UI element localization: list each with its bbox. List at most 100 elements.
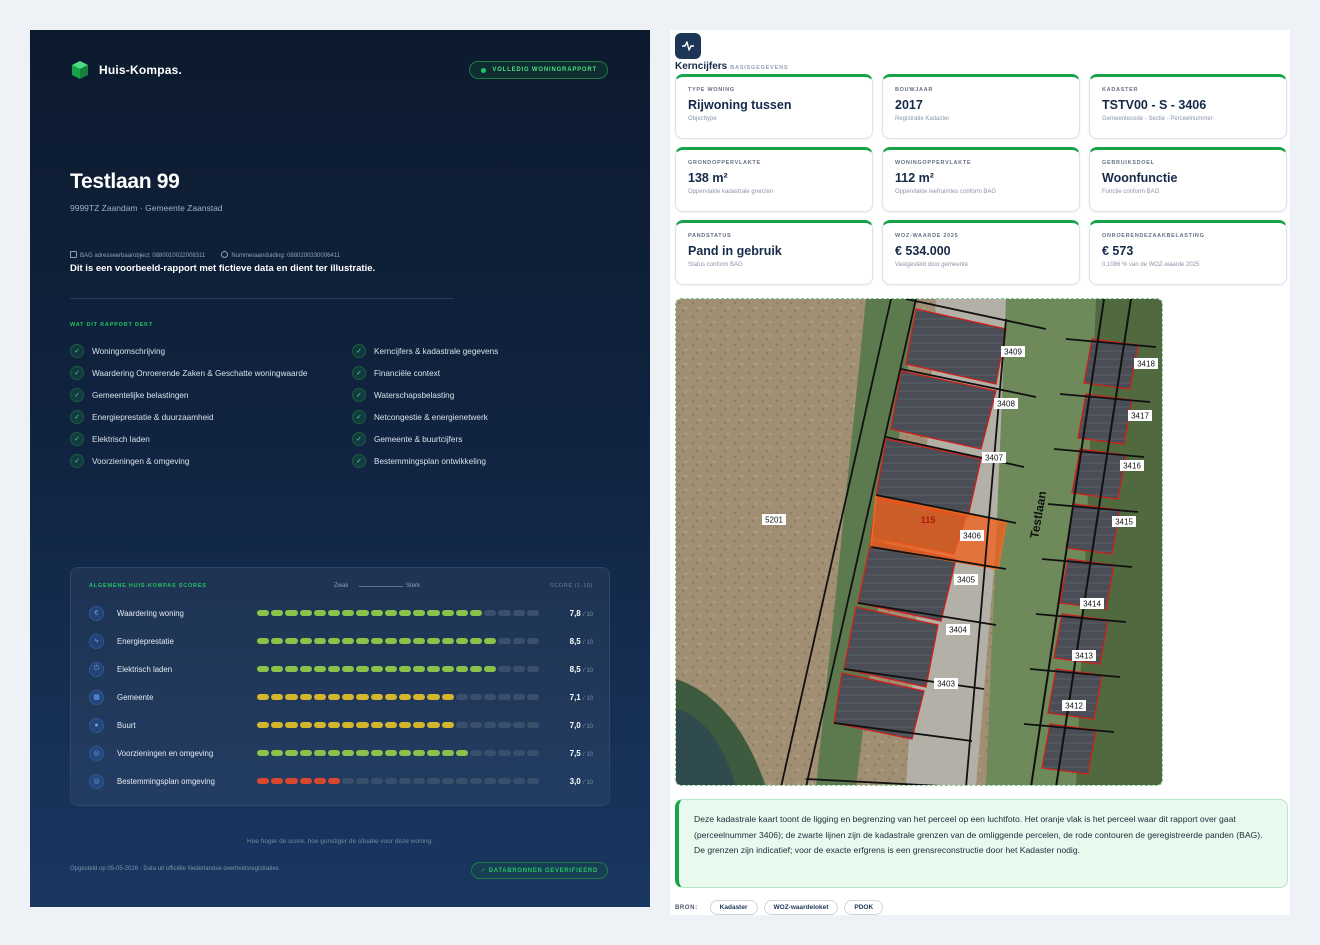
covers-item: ✓ Gemeente & buurtcijfers: [352, 428, 642, 450]
score-segment: [299, 694, 312, 700]
covers-item: ✓ Voorzieningen & omgeving: [70, 450, 360, 472]
covers-item-label: Financiële context: [374, 368, 440, 378]
card-label: KADASTER: [1102, 87, 1139, 93]
score-number: 7,1: [569, 692, 581, 702]
card-subtext: Vastgesteld door gemeente: [895, 262, 968, 268]
score-number: 7,0: [569, 720, 581, 730]
card-value: 138 m²: [688, 171, 728, 185]
score-segment: [498, 638, 511, 644]
score-segment: [328, 666, 341, 672]
score-segment: [526, 666, 540, 672]
score-label: Gemeente: [117, 692, 154, 702]
score-segment: [356, 750, 369, 756]
key-figure-card: TYPE WONING Rijwoning tussen Objecttype: [675, 74, 873, 139]
score-segment: [399, 722, 412, 728]
score-segment: [455, 750, 469, 756]
plug-icon: ⏻: [89, 661, 104, 677]
score-bar: [257, 694, 540, 700]
score-segment: [441, 750, 454, 756]
score-segment: [399, 778, 412, 784]
card-label: WONINGOPPERVLAKTE: [895, 160, 972, 166]
score-segment: [413, 666, 426, 672]
key-figure-card: KADASTER TSTV00 - S - 3406 Gemeentecode - …: [1089, 74, 1287, 139]
check-icon: ✓: [70, 388, 84, 402]
score-segment: [399, 694, 412, 700]
score-segment: [370, 750, 383, 756]
score-max: / 10: [582, 639, 593, 646]
score-segment: [342, 694, 355, 700]
card-value: € 534.000: [895, 244, 951, 258]
score-label: Bestemmingsplan omgeving: [117, 776, 215, 786]
score-segment: [484, 666, 497, 672]
section-subtitle: BASISGEGEVENS: [730, 65, 789, 71]
card-value: Pand in gebruik: [688, 244, 782, 258]
score-label: Energieprestatie: [117, 636, 174, 646]
score-segment: [271, 666, 284, 672]
parcel-number: 3414: [1083, 600, 1101, 609]
parcel-number: 3403: [937, 680, 955, 689]
score-segment: [470, 638, 483, 644]
score-row: € Waardering woning 7,8 / 10: [89, 604, 593, 622]
scores-title: ALGEMENE HUIS-KOMPAS SCORES: [89, 583, 207, 589]
card-label: PANDSTATUS: [688, 233, 732, 239]
card-label: BOUWJAAR: [895, 87, 933, 93]
score-segment: [427, 610, 440, 616]
building-icon: ▦: [89, 689, 104, 705]
score-row: ϟ Energieprestatie 8,5 / 10: [89, 632, 593, 650]
score-segment: [342, 638, 355, 644]
score-number: 8,5: [569, 664, 581, 674]
score-segment: [271, 750, 284, 756]
score-segment: [285, 750, 298, 756]
card-value: Rijwoning tussen: [688, 98, 792, 112]
score-number: 7,5: [569, 748, 581, 758]
check-icon: ✓: [70, 366, 84, 380]
source-label: BRON:: [675, 904, 698, 911]
score-row: ◎ Bestemmingsplan omgeving 3,0 / 10: [89, 772, 593, 790]
score-segment: [356, 666, 369, 672]
score-segment: [512, 694, 525, 700]
card-value: TSTV00 - S - 3406: [1102, 98, 1207, 112]
section-title: Kerncijfers BASISGEGEVENS: [675, 61, 789, 72]
source-chip[interactable]: PDOK: [844, 900, 884, 915]
score-segment: [399, 610, 412, 616]
card-label: GRONDOPPERVLAKTE: [688, 160, 761, 166]
cadastral-map[interactable]: 3409 3408 3407 3406 3405 3404 3403 5201 3418 3417…: [675, 298, 1163, 786]
source-chip[interactable]: WOZ-waardeloket: [763, 900, 839, 915]
score-segment: [441, 778, 454, 784]
score-segment: [455, 610, 469, 616]
score-row: ▦ Gemeente 7,1 / 10: [89, 688, 593, 706]
disclaimer-text: Dit is een voorbeeld-rapport met fictiev…: [70, 263, 376, 274]
parcel-number: 3415: [1115, 518, 1133, 527]
check-icon: ✓: [70, 410, 84, 424]
score-segment: [285, 778, 298, 784]
score-segment: [299, 750, 312, 756]
score-segment: [484, 638, 497, 644]
bolt-icon: ϟ: [89, 633, 104, 649]
score-bar: [257, 722, 540, 728]
score-segment: [470, 610, 483, 616]
score-segment: [271, 778, 284, 784]
score-segment: [285, 638, 298, 644]
score-segment: [285, 666, 298, 672]
source-chip[interactable]: Kadaster: [709, 900, 758, 915]
score-segment: [498, 666, 511, 672]
score-segment: [271, 610, 284, 616]
card-subtext: Gemeentecode - Sectie - Perceelnummer: [1102, 116, 1213, 122]
score-segment: [526, 722, 540, 728]
score-segment: [356, 610, 369, 616]
score-segment: [384, 778, 398, 784]
card-subtext: 0,1086 % van de WOZ-waarde 2025: [1102, 262, 1200, 268]
key-figure-card: WONINGOPPERVLAKTE 112 m² Oppervlakte leefr…: [882, 147, 1080, 212]
score-value: 7,5 / 10: [570, 749, 593, 758]
sources: BRON: Kadaster WOZ-waardeloket PDOK: [675, 900, 884, 915]
parcel-number: 3406: [963, 532, 981, 541]
card-subtext: Status conform BAG: [688, 262, 743, 268]
verified-badge: ✓ DATABRONNEN GEVERIFIEERD: [470, 862, 608, 879]
parcel-number: 3413: [1075, 652, 1093, 661]
card-subtext: Functie conform BAG: [1102, 189, 1160, 195]
bag-id: BAG adresseerbaarobject: 088001002200831…: [70, 251, 205, 259]
score-segment: [526, 610, 540, 616]
score-segment: [313, 750, 327, 756]
covers-item: ✓ Bestemmingsplan ontwikkeling: [352, 450, 642, 472]
score-segment: [526, 750, 540, 756]
